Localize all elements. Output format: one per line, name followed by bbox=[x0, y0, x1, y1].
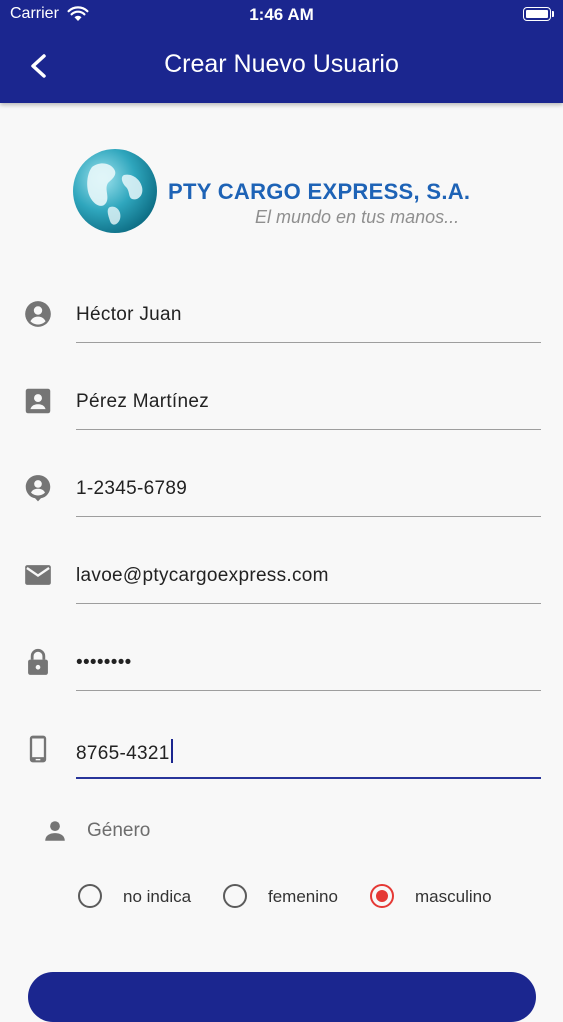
last-name-field[interactable]: Pérez Martínez bbox=[0, 373, 563, 443]
battery-icon bbox=[523, 7, 554, 21]
email-field[interactable]: lavoe@ptycargoexpress.com bbox=[0, 547, 563, 617]
phone-field[interactable]: 8765-4321 bbox=[0, 721, 563, 791]
company-tagline: El mundo en tus manos... bbox=[255, 207, 460, 227]
phone-icon bbox=[29, 735, 47, 763]
app-bar: Carrier 1:46 AM Crear Nuevo Usuario bbox=[0, 0, 563, 103]
account-circle-icon bbox=[25, 301, 51, 327]
field-underline bbox=[76, 342, 541, 343]
first-name-value[interactable]: Héctor Juan bbox=[76, 304, 182, 326]
page-title: Crear Nuevo Usuario bbox=[164, 50, 399, 78]
person-icon bbox=[45, 821, 65, 841]
field-underline-active bbox=[76, 777, 541, 779]
field-underline bbox=[76, 429, 541, 430]
lock-icon bbox=[28, 648, 48, 675]
clock: 1:46 AM bbox=[249, 5, 314, 24]
radio-button[interactable] bbox=[78, 884, 102, 908]
text-cursor bbox=[170, 739, 173, 763]
status-bar: Carrier 1:46 AM bbox=[0, 0, 563, 30]
gender-label: Género bbox=[87, 820, 151, 841]
field-underline bbox=[76, 690, 541, 691]
first-name-field[interactable]: Héctor Juan bbox=[0, 286, 563, 356]
contact-card-icon bbox=[25, 388, 51, 414]
radio-button-selected[interactable] bbox=[370, 884, 394, 908]
company-logo: PTY CARGO EXPRESS, S.A. El mundo en tus … bbox=[70, 145, 500, 240]
globe-icon bbox=[73, 149, 157, 233]
gender-option-label: femenino bbox=[268, 887, 338, 906]
gender-option-label: no indica bbox=[123, 887, 192, 906]
phone-value[interactable]: 8765-4321 bbox=[76, 739, 173, 765]
email-icon bbox=[25, 565, 51, 585]
id-number-value[interactable]: 1-2345-6789 bbox=[76, 478, 187, 500]
field-underline bbox=[76, 516, 541, 517]
submit-button[interactable] bbox=[28, 972, 536, 1022]
email-value[interactable]: lavoe@ptycargoexpress.com bbox=[76, 565, 329, 587]
person-pin-icon bbox=[25, 475, 51, 502]
company-name: PTY CARGO EXPRESS, S.A. bbox=[168, 179, 471, 204]
field-underline bbox=[76, 603, 541, 604]
id-number-field[interactable]: 1-2345-6789 bbox=[0, 460, 563, 530]
password-value[interactable]: •••••••• bbox=[76, 652, 132, 674]
radio-button[interactable] bbox=[223, 884, 247, 908]
last-name-value[interactable]: Pérez Martínez bbox=[76, 391, 209, 413]
gender-option-label: masculino bbox=[415, 887, 492, 906]
password-field[interactable]: •••••••• bbox=[0, 634, 563, 704]
